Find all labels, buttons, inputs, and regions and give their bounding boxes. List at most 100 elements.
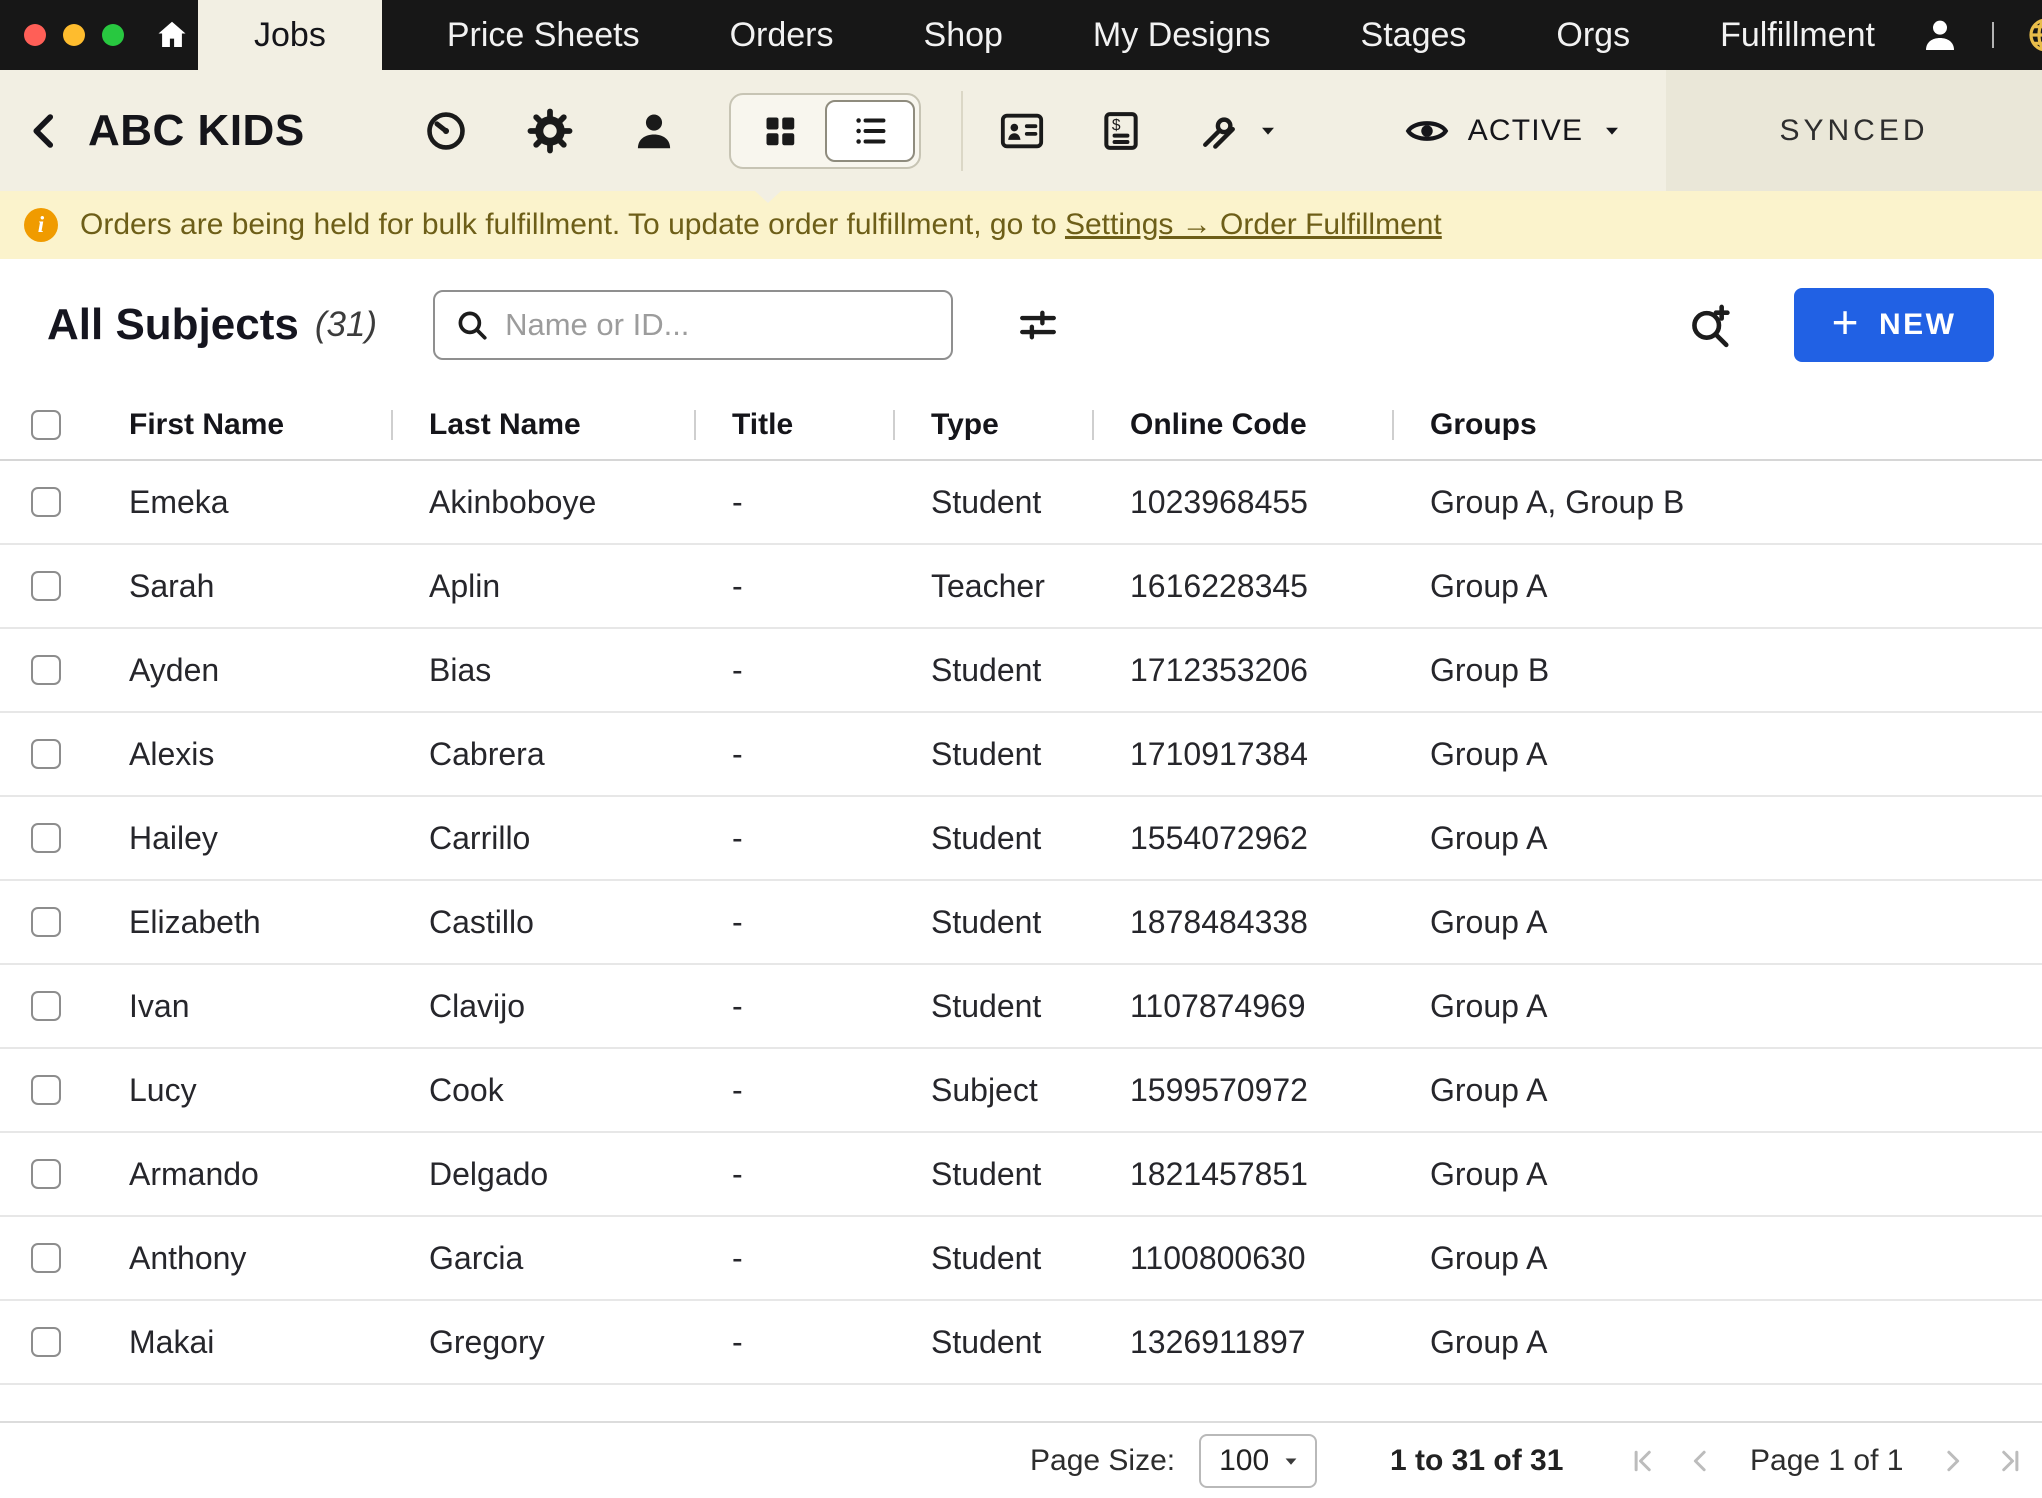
window-close-button[interactable] <box>24 24 46 46</box>
row-checkbox[interactable] <box>31 1327 61 1357</box>
cell-groups: Group A <box>1392 1240 2042 1277</box>
sync-status-label: SYNCED <box>1779 114 1928 148</box>
row-checkbox[interactable] <box>31 1243 61 1273</box>
cell-type: Student <box>893 736 1092 773</box>
search-sparkle-icon <box>1686 302 1732 348</box>
cell-groups: Group A <box>1392 988 2042 1025</box>
cell-online-code: 1712353206 <box>1092 652 1392 689</box>
row-checkbox-cell <box>0 571 91 601</box>
new-subject-button[interactable]: + NEW <box>1794 288 1994 362</box>
search-box <box>433 290 953 360</box>
table-row[interactable]: Ivan Clavijo - Student 1107874969 Group … <box>0 965 2042 1049</box>
column-header-groups: Groups <box>1392 408 2042 442</box>
table-row[interactable]: Makai Gregory - Student 1326911897 Group… <box>0 1301 2042 1385</box>
row-checkbox-cell <box>0 1327 91 1357</box>
banner-message: Orders are being held for bulk fulfillme… <box>80 208 1442 242</box>
list-view-button[interactable] <box>825 100 915 162</box>
cell-last-name: Aplin <box>391 568 694 605</box>
dashboard-button[interactable] <box>423 108 469 154</box>
cell-online-code: 1599570972 <box>1092 1072 1392 1109</box>
cell-first-name: Ayden <box>91 652 391 689</box>
previous-page-button[interactable] <box>1686 1446 1716 1476</box>
row-checkbox[interactable] <box>31 1075 61 1105</box>
table-row[interactable]: Emeka Akinboboye - Student 1023968455 Gr… <box>0 461 2042 545</box>
globe-button[interactable] <box>2026 15 2042 55</box>
row-checkbox[interactable] <box>31 739 61 769</box>
table-row[interactable]: Sarah Aplin - Teacher 1616228345 Group A <box>0 545 2042 629</box>
results-range: 1 to 31 of 31 <box>1390 1444 1563 1478</box>
nav-item-price-sheets[interactable]: Price Sheets <box>402 0 685 70</box>
column-header-last-name: Last Name <box>391 408 694 442</box>
cell-type: Student <box>893 1324 1092 1361</box>
svg-text:$: $ <box>1112 116 1121 133</box>
nav-tab-jobs-label: Jobs <box>254 16 326 55</box>
row-checkbox-cell <box>0 1159 91 1189</box>
grid-view-button[interactable] <box>735 100 825 162</box>
row-checkbox[interactable] <box>31 655 61 685</box>
services-dropdown-button[interactable] <box>1197 109 1279 153</box>
cell-type: Teacher <box>893 568 1092 605</box>
sync-status-button[interactable]: SYNCED <box>1666 70 2042 191</box>
table-row[interactable]: Anthony Garcia - Student 1100800630 Grou… <box>0 1217 2042 1301</box>
eye-icon <box>1404 108 1450 154</box>
cell-title: - <box>694 904 893 941</box>
window-minimize-button[interactable] <box>63 24 85 46</box>
nav-item-orders[interactable]: Orders <box>685 0 879 70</box>
job-title: ABC KIDS <box>88 106 305 156</box>
cell-type: Subject <box>893 1072 1092 1109</box>
table-row[interactable]: Ayden Bias - Student 1712353206 Group B <box>0 629 2042 713</box>
cell-last-name: Carrillo <box>391 820 694 857</box>
cell-last-name: Cabrera <box>391 736 694 773</box>
cell-first-name: Lucy <box>91 1072 391 1109</box>
cell-title: - <box>694 1156 893 1193</box>
page-size-select[interactable]: 100 <box>1199 1434 1317 1488</box>
nav-item-my-designs[interactable]: My Designs <box>1048 0 1316 70</box>
nav-item-orgs[interactable]: Orgs <box>1511 0 1675 70</box>
photo-card-button[interactable] <box>999 108 1045 154</box>
home-button[interactable] <box>154 0 190 70</box>
table-row[interactable]: Alexis Cabrera - Student 1710917384 Grou… <box>0 713 2042 797</box>
page-size-label: Page Size: <box>1030 1444 1175 1478</box>
first-page-button[interactable] <box>1628 1446 1658 1476</box>
table-row[interactable]: Armando Delgado - Student 1821457851 Gro… <box>0 1133 2042 1217</box>
nav-tab-jobs[interactable]: Jobs <box>198 0 382 70</box>
order-fulfillment-settings-link[interactable]: Settings → Order Fulfillment <box>1065 208 1442 241</box>
status-filter-dropdown[interactable]: ACTIVE <box>1404 108 1624 154</box>
row-checkbox[interactable] <box>31 571 61 601</box>
nav-item-stages[interactable]: Stages <box>1316 0 1512 70</box>
select-all-checkbox[interactable] <box>31 410 61 440</box>
table-row[interactable]: Hailey Carrillo - Student 1554072962 Gro… <box>0 797 2042 881</box>
chevron-right-icon <box>1937 1446 1967 1476</box>
search-input[interactable] <box>505 307 931 343</box>
table-row[interactable]: Lucy Cook - Subject 1599570972 Group A <box>0 1049 2042 1133</box>
row-checkbox[interactable] <box>31 1159 61 1189</box>
row-checkbox[interactable] <box>31 991 61 1021</box>
nav-items: Price Sheets Orders Shop My Designs Stag… <box>402 0 1920 70</box>
nav-item-fulfillment[interactable]: Fulfillment <box>1675 0 1920 70</box>
chevron-down-icon <box>1601 120 1623 142</box>
price-sheet-button[interactable]: $ <box>1099 109 1143 153</box>
price-sheet-icon: $ <box>1099 109 1143 153</box>
cell-type: Student <box>893 1156 1092 1193</box>
window-zoom-button[interactable] <box>102 24 124 46</box>
cell-online-code: 1878484338 <box>1092 904 1392 941</box>
filter-button[interactable] <box>1017 304 1059 346</box>
subjects-button[interactable] <box>631 108 677 154</box>
cell-type: Student <box>893 904 1092 941</box>
advanced-search-button[interactable] <box>1686 302 1732 348</box>
services-icon <box>1197 109 1241 153</box>
next-page-button[interactable] <box>1937 1446 1967 1476</box>
job-toolbar-icons-secondary: $ <box>999 108 1279 154</box>
table-row[interactable]: Elizabeth Castillo - Student 1878484338 … <box>0 881 2042 965</box>
settings-button[interactable] <box>527 108 573 154</box>
view-toggle <box>729 93 921 169</box>
row-checkbox[interactable] <box>31 823 61 853</box>
cell-type: Student <box>893 988 1092 1025</box>
caret-down-icon <box>1281 1451 1301 1471</box>
back-button[interactable] <box>24 110 66 152</box>
row-checkbox[interactable] <box>31 487 61 517</box>
last-page-button[interactable] <box>1995 1446 2025 1476</box>
nav-item-shop[interactable]: Shop <box>879 0 1048 70</box>
account-button[interactable] <box>1920 15 1960 55</box>
row-checkbox[interactable] <box>31 907 61 937</box>
